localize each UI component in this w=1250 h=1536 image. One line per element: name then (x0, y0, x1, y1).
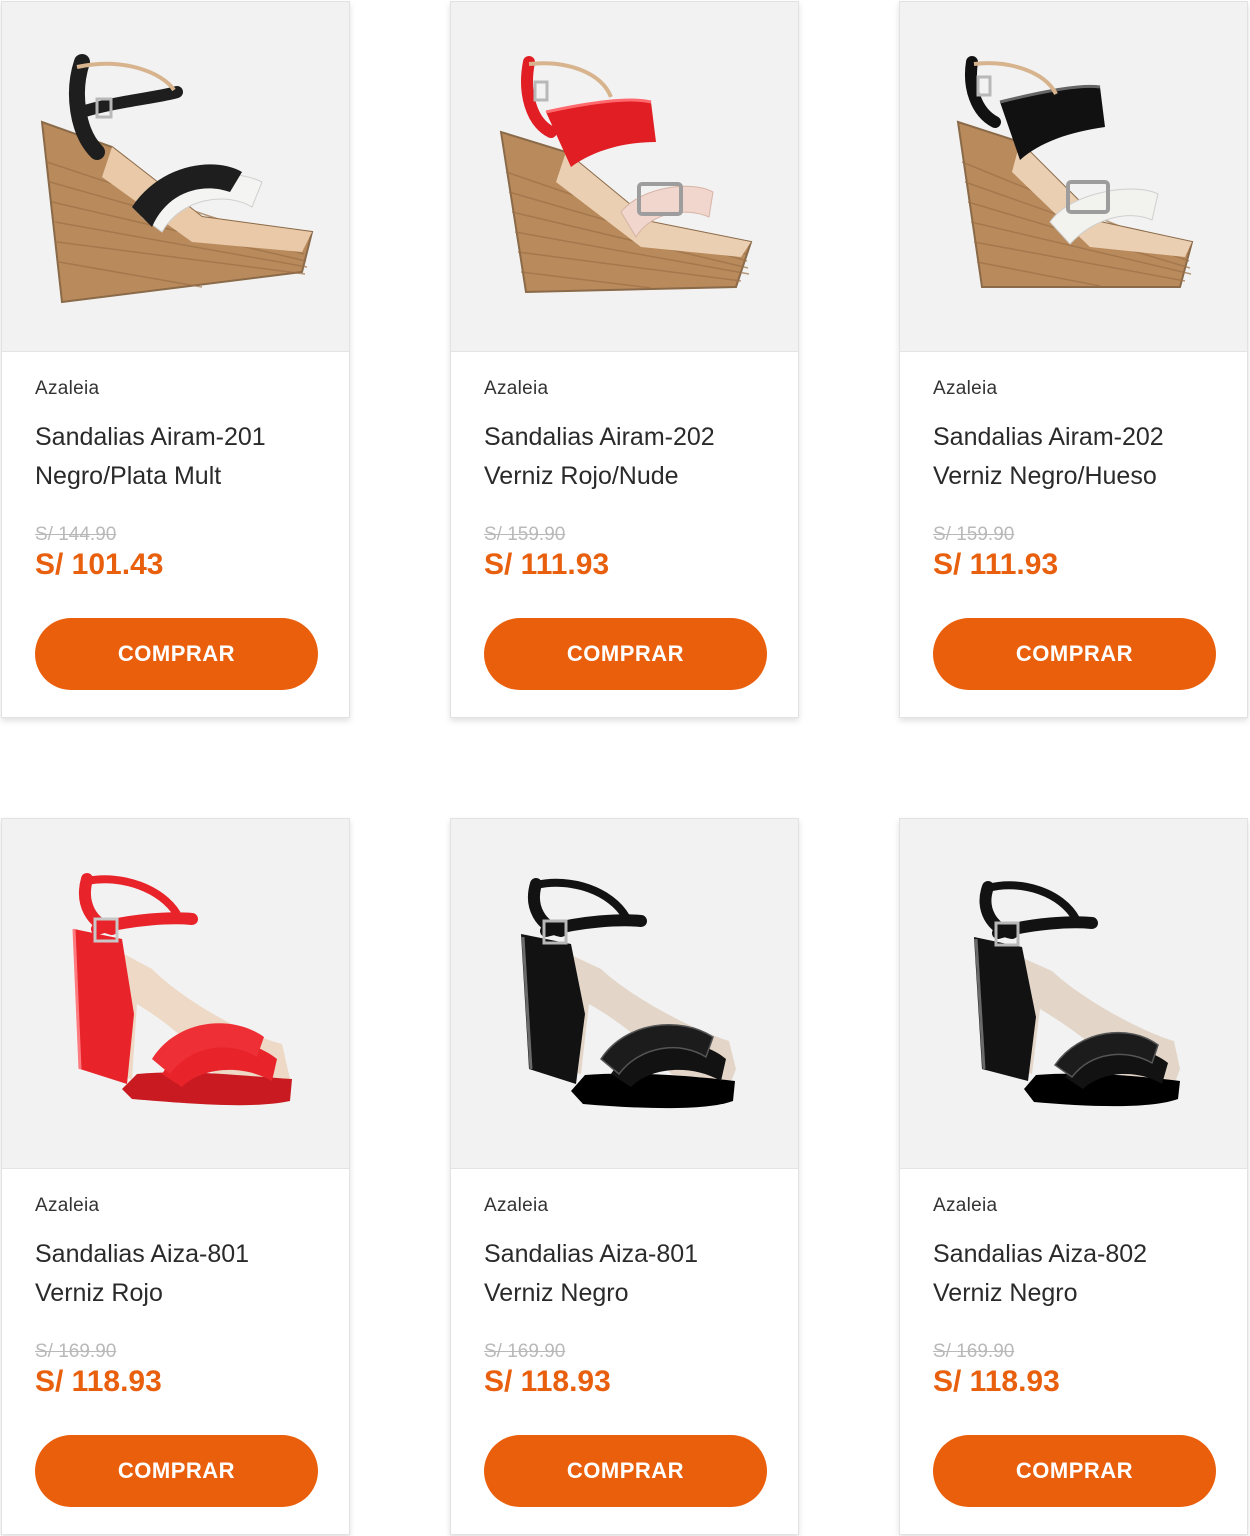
product-brand: Azaleia (933, 378, 998, 399)
original-price: S/ 159.90 (484, 524, 566, 545)
product-name-line2[interactable]: Negro/Plata Mult (35, 457, 335, 496)
sale-price: S/ 118.93 (933, 1365, 1060, 1398)
product-name-line2[interactable]: Verniz Negro/Hueso (933, 457, 1233, 496)
product-image[interactable] (451, 819, 798, 1169)
product-name-line1[interactable]: Sandalias Aiza-802 (933, 1235, 1233, 1274)
product-name-line2[interactable]: Verniz Negro (933, 1274, 1233, 1313)
product-name-line1[interactable]: Sandalias Aiza-801 (484, 1235, 784, 1274)
original-price: S/ 144.90 (35, 524, 117, 545)
product-image[interactable] (900, 2, 1247, 352)
product-brand: Azaleia (484, 1195, 549, 1216)
wedge-sandal-icon (40, 54, 314, 304)
product-name[interactable]: Sandalias Aiza-802 Verniz Negro (933, 1235, 1233, 1313)
product-brand: Azaleia (484, 378, 549, 399)
buy-button[interactable]: COMPRAR (35, 618, 318, 690)
original-price: S/ 169.90 (484, 1341, 566, 1362)
product-name-line1[interactable]: Sandalias Airam-201 (35, 418, 335, 457)
buy-button[interactable]: COMPRAR (484, 618, 767, 690)
sale-price: S/ 111.93 (933, 548, 1059, 581)
buy-button[interactable]: COMPRAR (35, 1435, 318, 1507)
buy-button[interactable]: COMPRAR (933, 1435, 1216, 1507)
product-name[interactable]: Sandalias Aiza-801 Verniz Rojo (35, 1235, 335, 1313)
sale-price: S/ 101.43 (35, 548, 164, 581)
sale-price: S/ 111.93 (484, 548, 610, 581)
original-price: S/ 159.90 (933, 524, 1015, 545)
block-heel-sandal-icon (521, 878, 736, 1109)
product-image[interactable] (2, 819, 349, 1169)
product-card[interactable]: Azaleia Sandalias Aiza-802 Verniz Negro … (899, 818, 1248, 1535)
product-card[interactable]: Azaleia Sandalias Airam-202 Verniz Rojo/… (450, 1, 799, 718)
product-name[interactable]: Sandalias Airam-202 Verniz Rojo/Nude (484, 418, 784, 496)
product-name-line2[interactable]: Verniz Negro (484, 1274, 784, 1313)
buy-button[interactable]: COMPRAR (484, 1435, 767, 1507)
product-image[interactable] (2, 2, 349, 352)
product-card[interactable]: Azaleia Sandalias Aiza-801 Verniz Negro … (450, 818, 799, 1535)
product-name-line2[interactable]: Verniz Rojo/Nude (484, 457, 784, 496)
product-image[interactable] (451, 2, 798, 352)
product-name-line1[interactable]: Sandalias Airam-202 (933, 418, 1233, 457)
product-brand: Azaleia (35, 1195, 100, 1216)
product-name[interactable]: Sandalias Airam-202 Verniz Negro/Hueso (933, 418, 1233, 496)
buy-button[interactable]: COMPRAR (933, 618, 1216, 690)
block-heel-sandal-icon (974, 881, 1180, 1107)
product-card[interactable]: Azaleia Sandalias Aiza-801 Verniz Rojo S… (1, 818, 350, 1535)
wedge-sandal-icon (499, 56, 753, 294)
block-heel-sandal-icon (72, 873, 292, 1106)
product-card[interactable]: Azaleia Sandalias Airam-202 Verniz Negro… (899, 1, 1248, 718)
product-name[interactable]: Sandalias Airam-201 Negro/Plata Mult (35, 418, 335, 496)
original-price: S/ 169.90 (933, 1341, 1015, 1362)
product-name-line1[interactable]: Sandalias Airam-202 (484, 418, 784, 457)
product-brand: Azaleia (35, 378, 100, 399)
product-image[interactable] (900, 819, 1247, 1169)
product-grid: Azaleia Sandalias Airam-201 Negro/Plata … (0, 0, 1250, 1536)
product-name-line2[interactable]: Verniz Rojo (35, 1274, 335, 1313)
sale-price: S/ 118.93 (484, 1365, 611, 1398)
wedge-sandal-icon (956, 56, 1194, 288)
product-name-line1[interactable]: Sandalias Aiza-801 (35, 1235, 335, 1274)
sale-price: S/ 118.93 (35, 1365, 162, 1398)
original-price: S/ 169.90 (35, 1341, 117, 1362)
product-card[interactable]: Azaleia Sandalias Airam-201 Negro/Plata … (1, 1, 350, 718)
product-name[interactable]: Sandalias Aiza-801 Verniz Negro (484, 1235, 784, 1313)
product-brand: Azaleia (933, 1195, 998, 1216)
